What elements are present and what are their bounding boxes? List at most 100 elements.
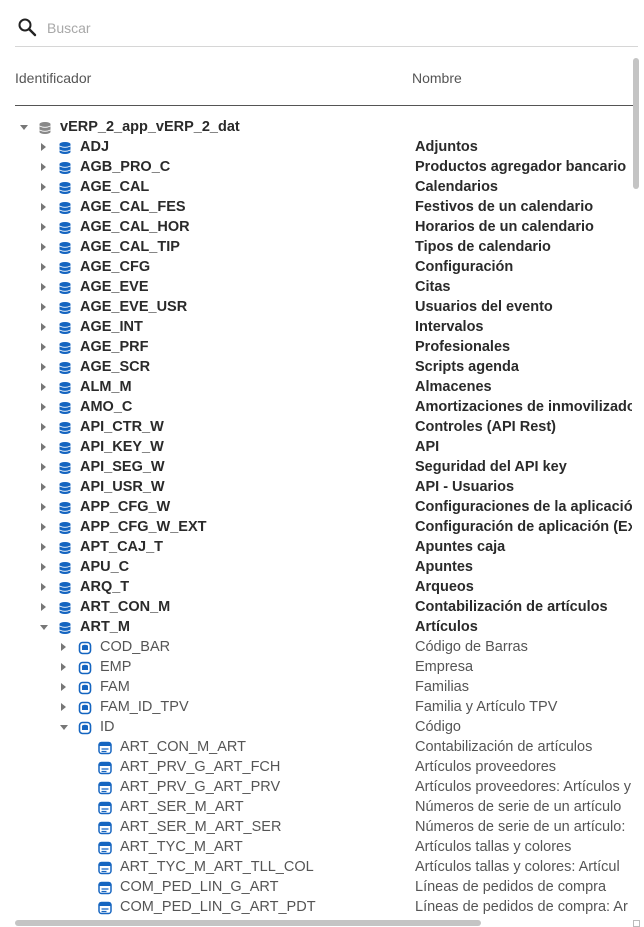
tree-row[interactable]: AGE_EVE Citas	[0, 278, 632, 298]
expand-arrow-icon[interactable]	[41, 503, 46, 511]
tree-row[interactable]: ID Código	[0, 718, 632, 738]
row-name: Controles (API Rest)	[415, 419, 556, 435]
expand-arrow-icon[interactable]	[41, 143, 46, 151]
expand-arrow-icon[interactable]	[41, 303, 46, 311]
tree-view: vERP_2_app_vERP_2_dat ADJ Adjuntos AGB_PRO_…	[0, 118, 632, 918]
tree-row[interactable]: ART_SER_M_ART_SER Números de serie de un …	[0, 818, 632, 838]
expand-arrow-icon[interactable]	[41, 223, 46, 231]
search-bar	[15, 8, 638, 47]
tree-row[interactable]: ART_SER_M_ART Números de serie de un artí…	[0, 798, 632, 818]
tree-row[interactable]: COM_PED_LIN_G_ART Líneas de pedidos de co…	[0, 878, 632, 898]
expand-arrow-icon[interactable]	[61, 683, 66, 691]
database-icon	[59, 262, 71, 274]
row-identifier: FAM	[100, 679, 130, 695]
tree-row[interactable]: ARQ_T Arqueos	[0, 578, 632, 598]
expand-arrow-icon[interactable]	[41, 363, 46, 371]
tree-row[interactable]: API_USR_W API - Usuarios	[0, 478, 632, 498]
expand-arrow-icon[interactable]	[61, 703, 66, 711]
tree-row[interactable]: AGE_EVE_USR Usuarios del evento	[0, 298, 632, 318]
expand-arrow-icon[interactable]	[41, 563, 46, 571]
expand-arrow-icon[interactable]	[41, 383, 46, 391]
tree-row[interactable]: AGE_PRF Profesionales	[0, 338, 632, 358]
row-name: Seguridad del API key	[415, 459, 567, 475]
expand-arrow-icon[interactable]	[41, 163, 46, 171]
column-header-id[interactable]: Identificador	[15, 70, 91, 86]
row-name: Scripts agenda	[415, 359, 519, 375]
search-input[interactable]	[45, 16, 609, 40]
tree-row[interactable]: AGE_CFG Configuración	[0, 258, 632, 278]
tree-row[interactable]: AGE_SCR Scripts agenda	[0, 358, 632, 378]
collapse-arrow-icon[interactable]	[40, 625, 48, 630]
row-name: Artículos proveedores	[415, 759, 557, 775]
tree-row[interactable]: APT_CAJ_T Apuntes caja	[0, 538, 632, 558]
row-identifier: ARQ_T	[80, 579, 130, 595]
row-name: Horarios de un calendario	[415, 219, 594, 235]
expand-arrow-icon[interactable]	[41, 243, 46, 251]
tree-row[interactable]: ART_TYC_M_ART_TLL_COL Artículos tallas y …	[0, 858, 632, 878]
expand-arrow-icon[interactable]	[41, 423, 46, 431]
expand-arrow-icon[interactable]	[41, 483, 46, 491]
row-identifier: ADJ	[80, 139, 110, 155]
tree-row[interactable]: AGE_CAL Calendarios	[0, 178, 632, 198]
expand-arrow-icon[interactable]	[61, 643, 66, 651]
expand-arrow-icon[interactable]	[41, 263, 46, 271]
tree-row[interactable]: APU_C Apuntes	[0, 558, 632, 578]
row-identifier: vERP_2_app_vERP_2_dat	[60, 119, 240, 135]
expand-arrow-icon[interactable]	[41, 523, 46, 531]
row-name: Empresa	[415, 659, 474, 675]
database-icon	[59, 162, 71, 174]
tree-row[interactable]: API_CTR_W Controles (API Rest)	[0, 418, 632, 438]
database-icon	[59, 302, 71, 314]
expand-arrow-icon[interactable]	[41, 343, 46, 351]
vertical-scrollbar[interactable]	[633, 58, 639, 189]
tree-row[interactable]: APP_CFG_W Configuraciones de la aplicació…	[0, 498, 632, 518]
tree-row[interactable]: ADJ Adjuntos	[0, 138, 632, 158]
expand-arrow-icon[interactable]	[41, 603, 46, 611]
row-identifier: ART_TYC_M_ART	[120, 839, 243, 855]
tree-row[interactable]: ART_PRV_G_ART_PRV Artículos proveedores: …	[0, 778, 632, 798]
row-identifier: API_KEY_W	[80, 439, 164, 455]
tree-row[interactable]: AGE_CAL_FES Festivos de un calendario	[0, 198, 632, 218]
search-icon[interactable]	[17, 17, 37, 37]
tree-row[interactable]: ALM_M Almacenes	[0, 378, 632, 398]
tree-row[interactable]: ART_CON_M Contabilización de artículos	[0, 598, 632, 618]
database-icon	[59, 342, 71, 354]
expand-arrow-icon[interactable]	[61, 663, 66, 671]
expand-arrow-icon[interactable]	[41, 323, 46, 331]
expand-arrow-icon[interactable]	[41, 463, 46, 471]
tree-row[interactable]: API_KEY_W API	[0, 438, 632, 458]
tree-row[interactable]: AGE_CAL_HOR Horarios de un calendario	[0, 218, 632, 238]
tree-row[interactable]: COM_PED_LIN_G_ART_PDT Líneas de pedidos d…	[0, 898, 632, 918]
expand-arrow-icon[interactable]	[41, 403, 46, 411]
tree-row[interactable]: FAM Familias	[0, 678, 632, 698]
expand-arrow-icon[interactable]	[41, 583, 46, 591]
expand-arrow-icon[interactable]	[41, 443, 46, 451]
collapse-arrow-icon[interactable]	[60, 725, 68, 730]
tree-row[interactable]: FAM_ID_TPV Familia y Artículo TPV	[0, 698, 632, 718]
tree-row[interactable]: EMP Empresa	[0, 658, 632, 678]
expand-arrow-icon[interactable]	[41, 543, 46, 551]
row-name: Profesionales	[415, 339, 511, 355]
collapse-arrow-icon[interactable]	[20, 125, 28, 130]
resize-corner	[633, 920, 640, 927]
database-icon	[59, 502, 71, 514]
tree-row[interactable]: ART_PRV_G_ART_FCH Artículos proveedores	[0, 758, 632, 778]
expand-arrow-icon[interactable]	[41, 203, 46, 211]
column-header-name[interactable]: Nombre	[412, 70, 462, 86]
tree-row[interactable]: AMO_C Amortizaciones de inmovilizado	[0, 398, 632, 418]
tree-row[interactable]: ART_TYC_M_ART Artículos tallas y colores	[0, 838, 632, 858]
tree-row[interactable]: API_SEG_W Seguridad del API key	[0, 458, 632, 478]
tree-row[interactable]: AGE_INT Intervalos	[0, 318, 632, 338]
tree-row[interactable]: AGE_CAL_TIP Tipos de calendario	[0, 238, 632, 258]
tree-row[interactable]: vERP_2_app_vERP_2_dat	[0, 118, 632, 138]
row-name: Números de serie de un artículo:	[415, 819, 626, 835]
horizontal-scrollbar[interactable]	[15, 920, 481, 926]
expand-arrow-icon[interactable]	[41, 183, 46, 191]
tree-row[interactable]: ART_CON_M_ART Contabilización de artículo…	[0, 738, 632, 758]
expand-arrow-icon[interactable]	[41, 283, 46, 291]
tree-row[interactable]: AGB_PRO_C Productos agregador bancario	[0, 158, 632, 178]
tree-row[interactable]: COD_BAR Código de Barras	[0, 638, 632, 658]
database-icon	[59, 422, 71, 434]
tree-row[interactable]: ART_M Artículos	[0, 618, 632, 638]
tree-row[interactable]: APP_CFG_W_EXT Configuración de aplicación…	[0, 518, 632, 538]
